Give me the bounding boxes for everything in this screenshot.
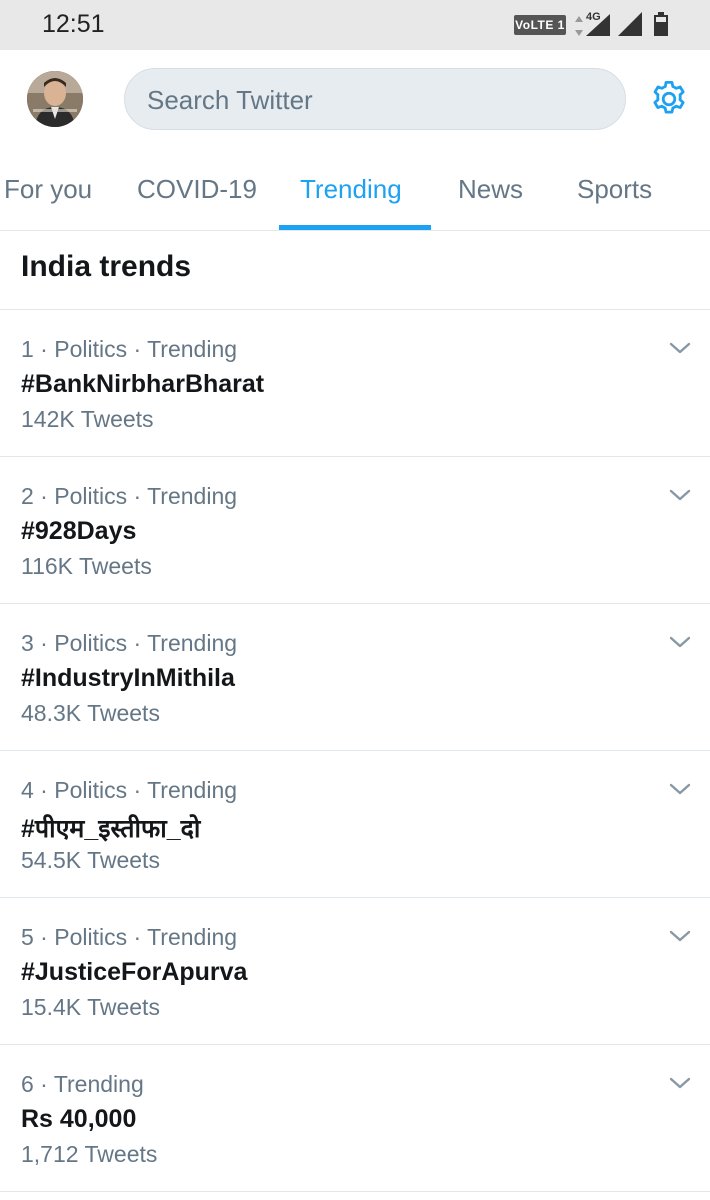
chevron-down-icon[interactable] [668,634,692,650]
chevron-down-icon[interactable] [668,340,692,356]
trend-meta: 3 · Politics · Trending [21,630,238,656]
active-tab-indicator [279,225,431,230]
status-bar: 12:51 VoLTE 1 4G [0,0,710,50]
trend-count: 142K Tweets [21,406,154,432]
trend-count: 54.5K Tweets [21,847,160,873]
search-input[interactable]: Search Twitter [124,68,626,130]
trend-item[interactable]: 3 · Politics · Trending #IndustryInMithi… [0,604,710,751]
battery-icon [654,12,668,36]
trend-name: #IndustryInMithila [21,664,235,692]
search-placeholder: Search Twitter [147,85,313,115]
tab-news[interactable]: News [458,174,523,205]
trend-meta: 6 · Trending [21,1071,144,1097]
trend-item[interactable]: 4 · Politics · Trending #पीएम_इस्तीफा_दो… [0,751,710,898]
trend-count: 116K Tweets [21,553,152,579]
signal-icon [618,12,642,36]
explore-tabs: For you COVID-19 Trending News Sports [0,150,710,231]
trend-name: #BankNirbharBharat [21,370,265,398]
avatar[interactable] [27,71,83,127]
trend-item[interactable]: 5 · Politics · Trending #JusticeForApurv… [0,898,710,1045]
section-title: India trends [21,250,192,283]
chevron-down-icon[interactable] [668,781,692,797]
status-time: 12:51 [42,10,105,38]
trend-item[interactable]: 6 · Trending Rs 40,000 1,712 Tweets [0,1045,710,1192]
trend-name: #JusticeForApurva [21,958,248,986]
trend-item[interactable]: 1 · Politics · Trending #BankNirbharBhar… [0,310,710,457]
chevron-down-icon[interactable] [668,928,692,944]
data-activity-icon [575,16,583,36]
trend-name: Rs 40,000 [21,1105,137,1133]
tab-for-you[interactable]: For you [4,174,92,205]
trend-count: 48.3K Tweets [21,700,160,726]
gear-icon [653,80,685,114]
tab-trending[interactable]: Trending [300,174,402,205]
chevron-down-icon[interactable] [668,487,692,503]
trend-name: #928Days [21,517,137,545]
trend-item[interactable]: 2 · Politics · Trending #928Days 116K Tw… [0,457,710,604]
tab-sports[interactable]: Sports [577,174,652,205]
signal-icon [586,14,610,36]
settings-button[interactable] [648,78,690,120]
trend-meta: 2 · Politics · Trending [21,483,238,509]
volte-badge: VoLTE 1 [514,15,566,35]
trend-meta: 5 · Politics · Trending [21,924,238,950]
trend-meta: 4 · Politics · Trending [21,777,238,803]
avatar-image [27,71,83,127]
trend-meta: 1 · Politics · Trending [21,336,238,362]
trend-name: #पीएम_इस्तीफा_दो [21,815,201,843]
trend-count: 15.4K Tweets [21,994,160,1020]
tab-covid-19[interactable]: COVID-19 [137,174,257,205]
trend-count: 1,712 Tweets [21,1141,158,1167]
chevron-down-icon[interactable] [668,1075,692,1091]
